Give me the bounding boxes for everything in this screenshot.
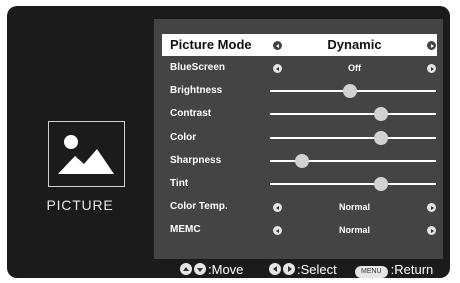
picture-mode-row[interactable]: Picture Mode Dynamic — [162, 34, 437, 56]
slider-track[interactable] — [270, 183, 436, 185]
row-value: Dynamic — [327, 37, 382, 52]
select-label: :Select — [297, 262, 337, 277]
row-label: Sharpness — [170, 154, 222, 166]
row-value: Normal — [338, 225, 370, 236]
return-hint: MENU:Return — [355, 262, 433, 278]
menu-row-memc[interactable]: MEMC Normal — [162, 219, 437, 241]
slider-thumb[interactable] — [374, 130, 389, 145]
row-label: Color Temp. — [170, 201, 228, 213]
row-label: Tint — [170, 178, 189, 189]
row-label: Color — [170, 131, 197, 143]
arrow-right-icon — [283, 263, 295, 275]
picture-icon — [48, 121, 125, 187]
move-label: :Move — [208, 262, 244, 277]
menu-row-bluescreen[interactable]: BlueScreen Off — [162, 57, 437, 79]
row-label: Contrast — [170, 108, 212, 120]
arrow-up-icon — [180, 263, 192, 275]
row-label: BlueScreen — [170, 62, 226, 73]
row-value: Normal — [338, 202, 370, 213]
row-label: Brightness — [170, 85, 223, 97]
menu-row-color-temp[interactable]: Color Temp. Normal — [162, 196, 437, 218]
chevron-left-icon[interactable] — [273, 41, 282, 50]
chevron-right-icon[interactable] — [427, 226, 436, 236]
arrow-down-icon — [194, 263, 206, 275]
slider-track[interactable] — [270, 136, 436, 139]
category-panel: PICTURE — [7, 19, 153, 259]
menu-row-brightness[interactable]: Brightness — [162, 80, 437, 102]
slider-thumb[interactable] — [374, 107, 389, 122]
footer-hints: :Move :Select MENU:Return — [0, 262, 460, 278]
menu-row-sharpness[interactable]: Sharpness — [162, 150, 437, 172]
chevron-left-icon[interactable] — [273, 226, 282, 236]
category-label: PICTURE — [46, 197, 114, 213]
chevron-left-icon[interactable] — [273, 64, 282, 73]
menu-row-contrast[interactable]: Contrast — [162, 103, 437, 125]
row-label: MEMC — [170, 224, 201, 236]
row-value: Off — [348, 63, 361, 73]
chevron-right-icon[interactable] — [427, 64, 436, 73]
menu-key-icon: MENU — [355, 266, 388, 278]
slider-thumb[interactable] — [294, 153, 309, 168]
slider-thumb[interactable] — [342, 84, 357, 99]
menu-row-tint[interactable]: Tint — [162, 173, 437, 195]
arrow-left-icon — [269, 263, 281, 275]
slider-thumb[interactable] — [374, 177, 389, 191]
return-label: :Return — [390, 262, 434, 277]
row-label: Picture Mode — [170, 37, 252, 52]
menu-row-color[interactable]: Color — [162, 127, 437, 149]
move-hint: :Move — [180, 262, 243, 278]
chevron-right-icon[interactable] — [427, 41, 436, 50]
select-hint: :Select — [269, 262, 337, 278]
chevron-right-icon[interactable] — [427, 203, 436, 213]
chevron-left-icon[interactable] — [273, 203, 282, 213]
slider-track[interactable] — [270, 113, 436, 116]
